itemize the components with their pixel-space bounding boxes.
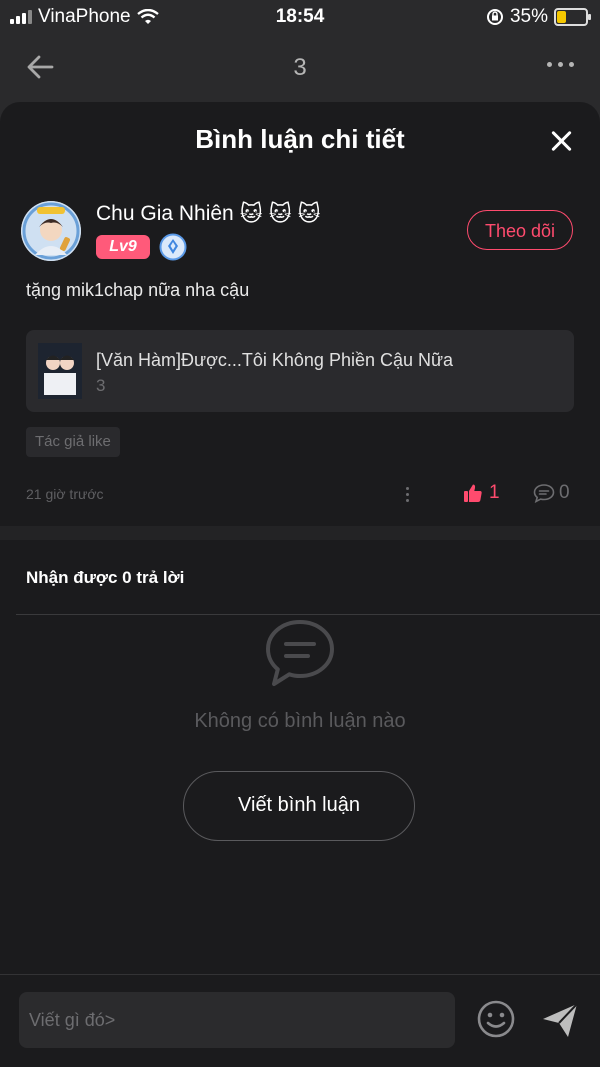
emoji-icon[interactable] bbox=[476, 999, 516, 1039]
comment-menu-icon[interactable] bbox=[406, 487, 409, 502]
timestamp: 21 giờ trước bbox=[26, 486, 104, 502]
empty-state-text: Không có bình luận nào bbox=[194, 710, 406, 732]
emoji-2: 🐱 bbox=[268, 201, 292, 226]
nav-title: 3 bbox=[293, 54, 307, 81]
send-icon[interactable] bbox=[540, 1000, 580, 1040]
book-title: [Văn Hàm]Được...Tôi Không Phiền Cậu Nữa bbox=[96, 350, 454, 370]
replies-divider bbox=[16, 614, 600, 615]
emoji-3: 🐱 bbox=[297, 201, 321, 226]
follow-button[interactable]: Theo dõi bbox=[467, 210, 573, 250]
comment-text: tặng mik1chap nữa nha cậu bbox=[26, 280, 250, 300]
book-card[interactable]: [Văn Hàm]Được...Tôi Không Phiền Cậu Nữa … bbox=[26, 330, 574, 412]
reply-button[interactable]: 0 bbox=[533, 482, 570, 504]
emoji-1: 🐱 bbox=[239, 201, 263, 226]
write-comment-button[interactable]: Viết bình luận bbox=[183, 771, 415, 841]
comment-input[interactable] bbox=[19, 992, 455, 1048]
composer-field[interactable] bbox=[19, 992, 455, 1048]
replies-header: Nhận được 0 trả lời bbox=[26, 568, 185, 587]
level-badge: Lv9 bbox=[96, 235, 150, 259]
top-nav-bar: 3 bbox=[0, 34, 600, 100]
status-bar: VinaPhone 18:54 35% bbox=[0, 0, 600, 34]
sheet-title: Bình luận chi tiết bbox=[195, 124, 405, 154]
username-text: Chu Gia Nhiên bbox=[96, 202, 234, 225]
comment-bubble-icon bbox=[533, 484, 555, 503]
more-options-icon[interactable] bbox=[547, 62, 574, 67]
sheet-header: Bình luận chi tiết bbox=[0, 102, 600, 178]
like-button[interactable]: 1 bbox=[463, 482, 500, 504]
username[interactable]: Chu Gia Nhiên 🐱 🐱 🐱 bbox=[96, 201, 321, 227]
orientation-lock-icon bbox=[486, 9, 503, 25]
reply-count: 0 bbox=[559, 482, 570, 503]
section-divider bbox=[0, 526, 600, 540]
status-right: 35% bbox=[486, 6, 591, 28]
author-liked-tag: Tác giả like bbox=[26, 427, 120, 457]
book-chapter: 3 bbox=[96, 376, 106, 395]
comment-detail-sheet: Bình luận chi tiết Chu Gia Nhiên 🐱 🐱 🐱 L… bbox=[0, 102, 600, 1067]
avatar[interactable] bbox=[21, 201, 81, 261]
avatar-image bbox=[21, 201, 81, 261]
composer-divider bbox=[0, 974, 600, 975]
empty-comments-icon bbox=[266, 620, 334, 686]
thumbs-up-icon bbox=[464, 484, 482, 502]
diamond-badge-icon bbox=[159, 233, 187, 261]
battery-icon bbox=[554, 8, 591, 26]
close-icon[interactable] bbox=[550, 130, 572, 152]
battery-percent: 35% bbox=[509, 6, 548, 27]
book-cover bbox=[38, 343, 82, 399]
like-count: 1 bbox=[489, 482, 500, 503]
